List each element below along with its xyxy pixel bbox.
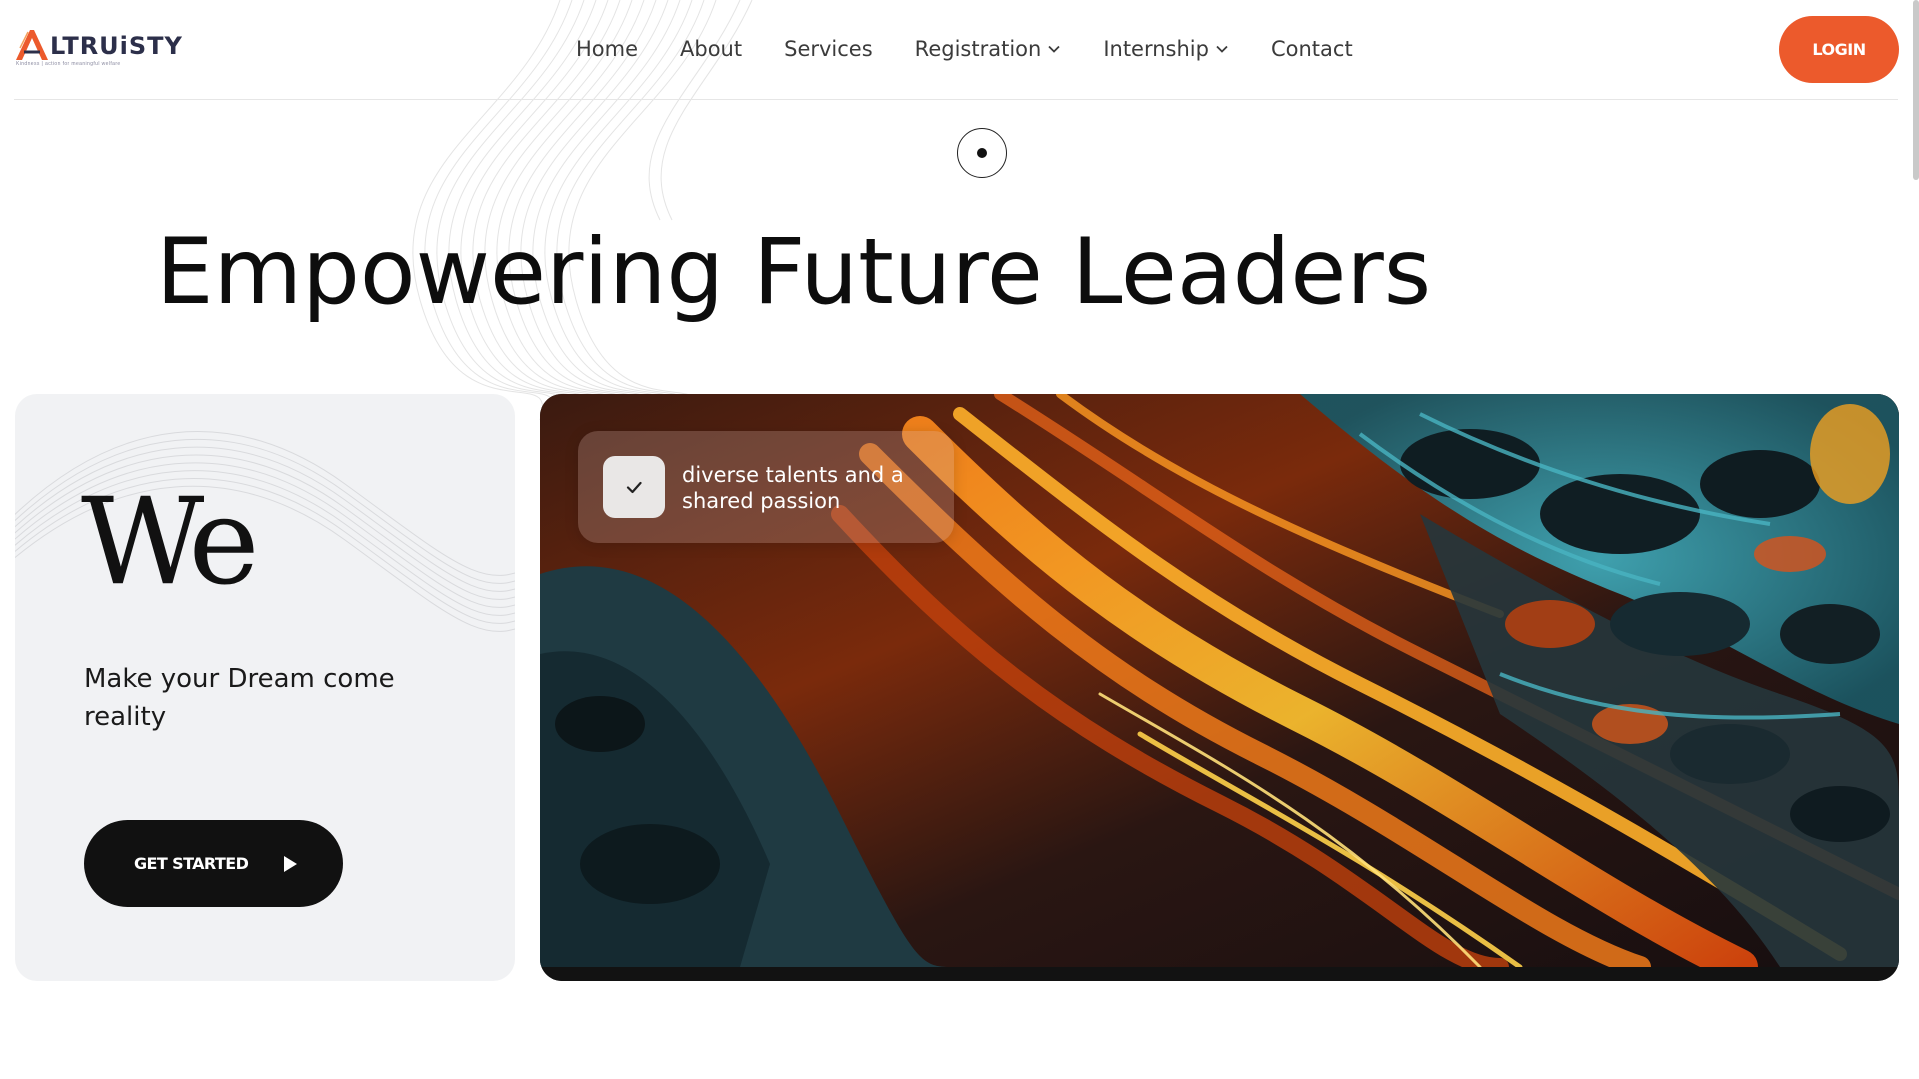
page-scrollbar[interactable] <box>1913 0 1919 180</box>
get-started-label: GET STARTED <box>134 854 249 873</box>
nav-registration[interactable]: Registration <box>915 37 1062 61</box>
nav-home[interactable]: Home <box>576 37 638 61</box>
card-tagline: Make your Dream come reality <box>84 664 395 732</box>
nav-services[interactable]: Services <box>784 37 873 61</box>
nav-internship[interactable]: Internship <box>1103 37 1229 61</box>
nav-registration-label: Registration <box>914 37 1042 61</box>
brand-name: LTRUiSTY <box>50 32 183 60</box>
nav-about-label: About <box>680 37 743 61</box>
intro-card: We Make your Dream come reality GET STAR… <box>15 394 515 981</box>
card-heading: We <box>81 473 260 612</box>
chevron-down-icon <box>1216 45 1228 53</box>
scroll-indicator-icon[interactable] <box>957 128 1007 178</box>
check-icon <box>603 456 665 518</box>
nav-contact[interactable]: Contact <box>1271 37 1353 61</box>
chevron-down-icon <box>1048 45 1060 53</box>
nav-services-label: Services <box>784 37 873 61</box>
page: LTRUiSTY Kindness | action for meaningfu… <box>0 0 1919 1079</box>
scroll-indicator-dot <box>977 148 987 158</box>
image-bottom-bar <box>540 967 1899 981</box>
login-button[interactable]: LOGIN <box>1779 16 1899 83</box>
get-started-button[interactable]: GET STARTED <box>84 820 343 907</box>
nav-contact-label: Contact <box>1270 37 1353 61</box>
nav-home-label: Home <box>576 37 639 61</box>
nav-about[interactable]: About <box>680 37 742 61</box>
header-divider <box>14 99 1898 100</box>
nav-internship-label: Internship <box>1103 37 1209 61</box>
altruisty-logo-icon <box>16 30 48 60</box>
brand-logo[interactable]: LTRUiSTY Kindness | action for meaningfu… <box>14 28 182 70</box>
main-nav: Home About Services Registration Interns… <box>576 33 1353 65</box>
feature-image-card: diverse talents and a shared passion <box>540 394 1899 981</box>
feature-badge: diverse talents and a shared passion <box>578 431 954 543</box>
hero-title: Empowering Future Leaders <box>156 220 1432 325</box>
site-header: LTRUiSTY Kindness | action for meaningfu… <box>0 0 1919 100</box>
feature-badge-text: diverse talents and a shared passion <box>682 463 904 513</box>
brand-tagline: Kindness | action for meaningful welfare <box>16 61 121 67</box>
play-icon <box>284 855 298 872</box>
